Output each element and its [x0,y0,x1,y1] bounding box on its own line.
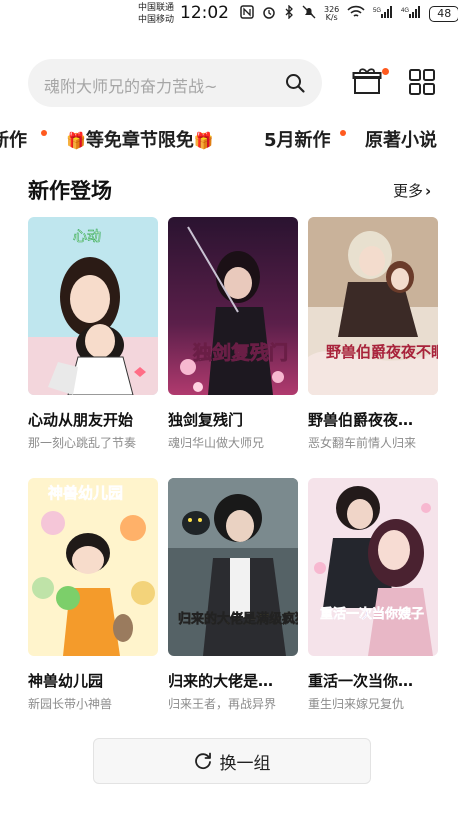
category-grid-icon[interactable] [408,68,436,96]
gift-notification-dot [382,68,389,75]
comic-title: 神兽幼儿园 [28,672,104,690]
comic-card[interactable]: 野兽伯爵夜夜不眠 野兽伯爵夜夜… 恶女翻车前情人归来 [308,217,438,451]
status-time: 12:02 [180,3,229,23]
tab-label: 新作 [0,130,27,151]
tab-notification-dot [41,130,47,136]
comic-subtitle: 归来王者，再战异界 [168,697,277,711]
comic-cover[interactable]: 重活一次当你嫂子 [308,478,438,656]
tab-label: 等免章节限免 [85,130,194,151]
net-speed-unit: K/s [325,13,338,22]
comic-card[interactable]: 独剑复残门 独剑复残门 魂归华山做大师兄 [168,217,298,451]
cover-title-text: 独剑复残门 [193,341,288,364]
category-tabs: 新作 🎁等免章节限免🎁 5月新作 原著小说 [0,124,458,156]
svg-text:4G: 4G [401,8,409,14]
comic-cover[interactable]: 心动 [28,217,158,395]
comic-title: 重活一次当你… [308,672,414,690]
tab-may-new[interactable]: 5月新作 [264,126,331,152]
refresh-label: 换一组 [219,753,271,774]
tab-label: 原著小说 [365,130,437,151]
cover-title-text: 归来的大佬是满级疯狗 [178,611,298,627]
carrier-1: 中国联通 [138,3,175,13]
tab-new[interactable]: 新作 [0,126,27,152]
more-label: 更多 [393,182,424,200]
carrier-info: 中国联通 中国移动 [138,2,174,26]
mute-icon [302,5,316,24]
network-speed: 326 K/s [324,6,339,22]
comic-title: 野兽伯爵夜夜… [308,411,414,429]
carrier-2: 中国移动 [138,15,175,25]
comic-subtitle: 那一刻心跳乱了节奏 [28,436,137,450]
status-icons: 326 K/s 5G 4G 48 [240,3,458,24]
comic-subtitle: 恶女翻车前情人归来 [308,436,417,450]
comic-subtitle: 新园长带小神兽 [28,697,113,711]
tab-free-chapters[interactable]: 🎁等免章节限免🎁 [66,126,214,152]
cover-title-text: 重活一次当你嫂子 [320,606,424,622]
battery-indicator: 48 [429,6,458,22]
search-icon [286,74,305,93]
cover-title-text: 神兽幼儿园 [48,484,123,502]
cover-title-text: 心动 [73,229,101,245]
comic-card[interactable]: 重活一次当你嫂子 重活一次当你… 重生归来嫁兄复仇 [308,478,438,712]
comic-cover[interactable]: 独剑复残门 [168,217,298,395]
search-bar[interactable]: 魂附大师兄的奋力苦战~ [28,59,322,107]
comic-title: 独剑复残门 [168,411,244,429]
gift-emoji-icon: 🎁 [193,131,214,150]
signal-5g-icon: 5G [373,5,393,24]
comic-title: 归来的大佬是… [168,672,274,690]
status-bar: 中国联通 中国移动 12:02 326 K/s 5G 4G 48 [0,0,458,30]
refresh-icon [194,752,211,770]
comic-cover[interactable]: 野兽伯爵夜夜不眠 [308,217,438,395]
more-link[interactable]: 更多 › [393,180,431,201]
comic-card[interactable]: 神兽幼儿园 神兽幼儿园 新园长带小神兽 [28,478,158,712]
comic-card[interactable]: 心动 心动从朋友开始 那一刻心跳乱了节奏 [28,217,158,451]
tab-notification-dot [340,130,346,136]
comic-title: 心动从朋友开始 [28,411,134,429]
tab-original-novel[interactable]: 原著小说 [365,126,437,152]
comic-subtitle: 魂归华山做大师兄 [168,436,265,450]
svg-text:5G: 5G [373,8,381,14]
comic-cover[interactable]: 神兽幼儿园 [28,478,158,656]
alarm-icon [262,5,276,24]
section-title: 新作登场 [28,179,112,203]
nfc-icon [240,4,254,24]
comic-subtitle: 重生归来嫁兄复仇 [308,697,405,711]
tab-label: 5月新作 [264,130,331,151]
cover-title-text: 野兽伯爵夜夜不眠 [326,343,438,361]
bluetooth-icon [284,3,294,24]
gift-icon[interactable] [352,66,382,96]
wifi-icon [347,5,365,24]
signal-4g-icon: 4G [401,5,421,24]
comic-card[interactable]: 归来的大佬是满级疯狗 归来的大佬是… 归来王者，再战异界 [168,478,298,712]
refresh-button[interactable]: 换一组 [93,738,371,784]
gift-emoji-icon: 🎁 [66,131,86,150]
chevron-right-icon: › [425,182,432,200]
search-placeholder: 魂附大师兄的奋力苦战~ [44,77,218,96]
comic-cover[interactable]: 归来的大佬是满级疯狗 [168,478,298,656]
